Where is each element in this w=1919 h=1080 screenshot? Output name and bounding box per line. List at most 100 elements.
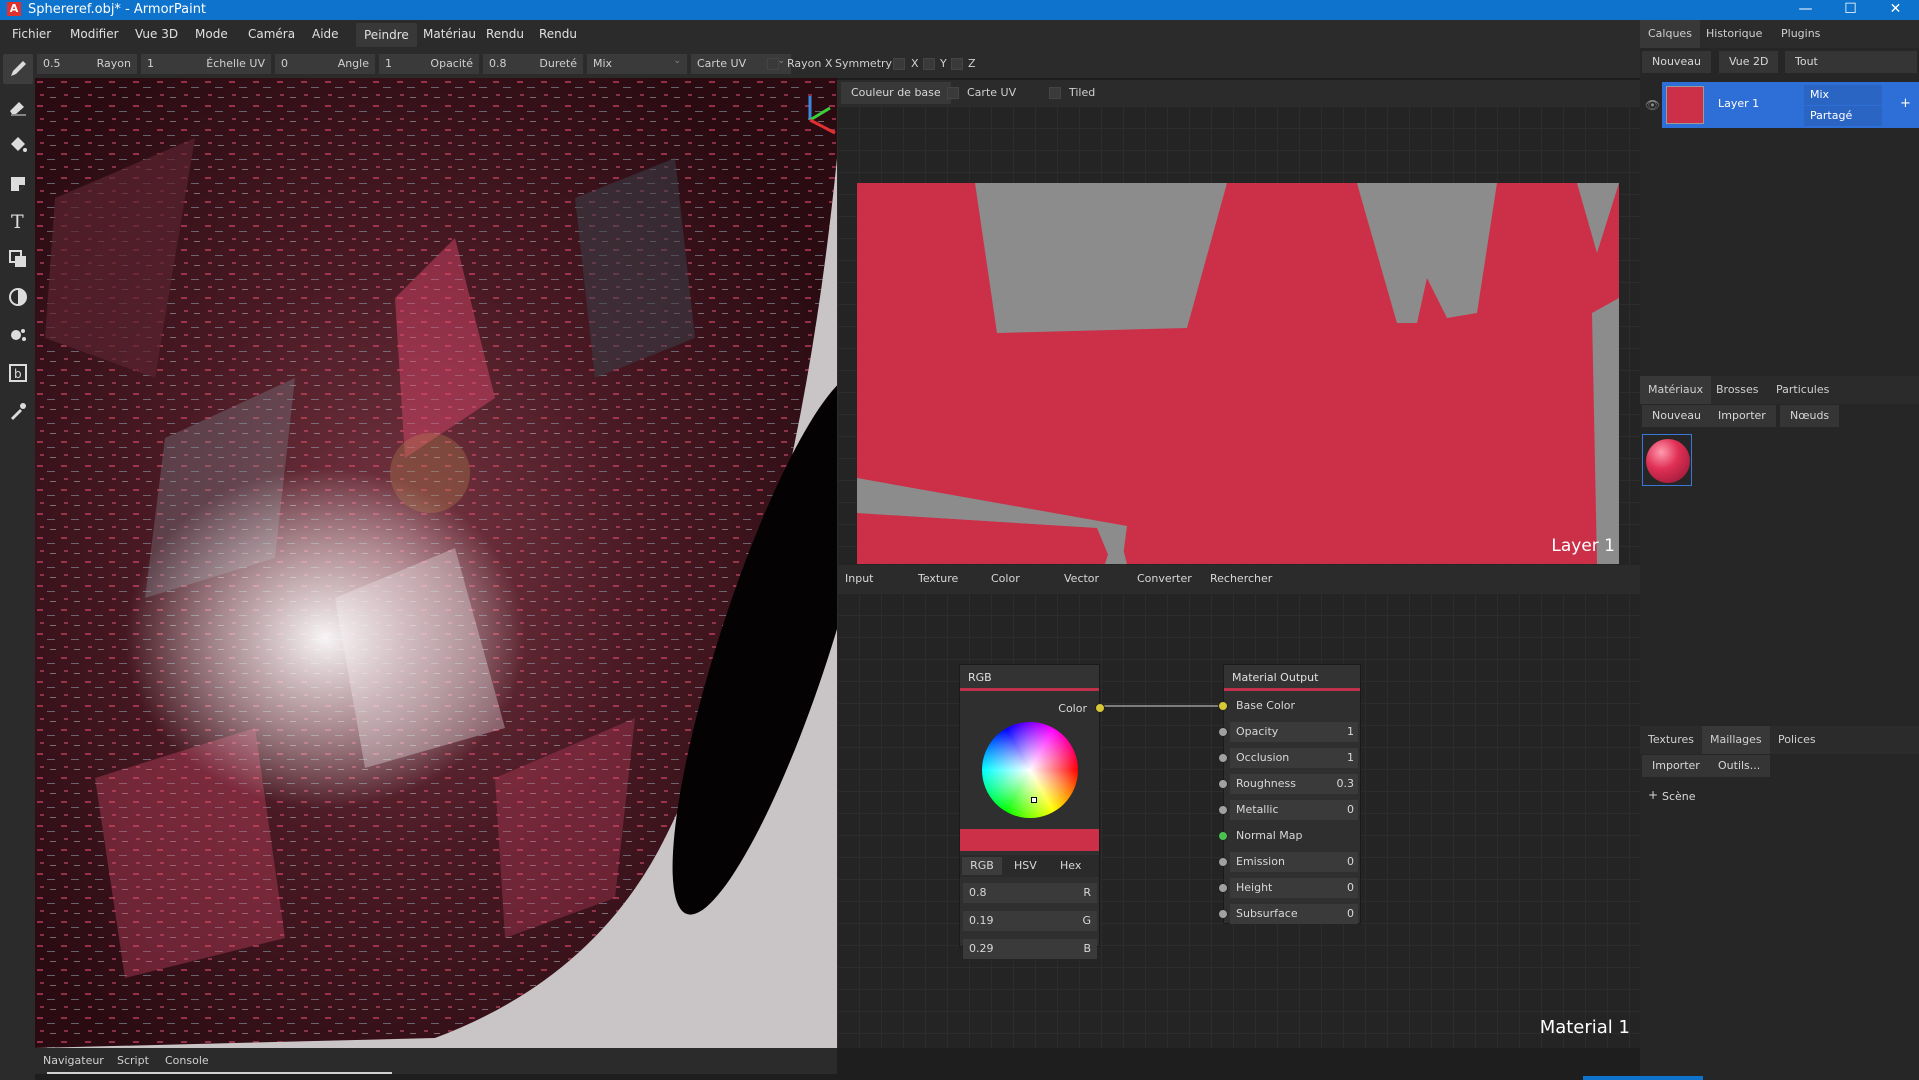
menu-vue3d[interactable]: Vue 3D <box>135 27 178 41</box>
node-menu-vector[interactable]: Vector <box>1064 572 1099 585</box>
color-tab-hex[interactable]: Hex <box>1060 859 1081 872</box>
output-input-row[interactable]: Emission 0 <box>1218 852 1360 872</box>
output-input-row[interactable]: Occlusion 1 <box>1218 748 1360 768</box>
output-input-row[interactable]: Normal Map <box>1218 826 1360 846</box>
layer-row[interactable]: Layer 1 Mix Partagé + <box>1662 82 1919 128</box>
viewport-3d[interactable] <box>35 78 837 1048</box>
uvmap-checkbox[interactable] <box>947 87 959 99</box>
menu-mode[interactable]: Mode <box>195 27 228 41</box>
view2d-mode-dropdown[interactable]: Couleur de base <box>841 82 951 104</box>
rayon-x-checkbox[interactable] <box>767 58 779 70</box>
tab-particules[interactable]: Particules <box>1768 376 1837 404</box>
channel-b-slider[interactable]: 0.29 B <box>963 939 1097 959</box>
input-socket[interactable] <box>1218 909 1228 919</box>
output-input-row[interactable]: Base Color <box>1218 696 1360 716</box>
brush-tool[interactable] <box>3 54 33 84</box>
input-socket[interactable] <box>1218 701 1228 711</box>
tab-script[interactable]: Script <box>117 1054 149 1067</box>
layer-mask-dropdown[interactable]: Partagé <box>1804 106 1882 126</box>
input-socket[interactable] <box>1218 857 1228 867</box>
uvscale-slider[interactable]: 1 Échelle UV <box>141 54 271 74</box>
node-menu-converter[interactable]: Converter <box>1137 572 1192 585</box>
picker-tool[interactable] <box>3 396 33 426</box>
material-output-node[interactable]: Material Output Base Color Opacity 1 Occlus… <box>1218 664 1361 924</box>
add-mask-icon[interactable]: + <box>1900 96 1911 111</box>
menu-fichier[interactable]: Fichier <box>12 27 51 41</box>
layer-blend-dropdown[interactable]: Mix <box>1804 85 1882 105</box>
material-slot[interactable] <box>1642 434 1692 486</box>
clone-tool[interactable] <box>3 244 33 274</box>
tab-plugins[interactable]: Plugins <box>1773 20 1828 48</box>
import-material-button[interactable]: Importer <box>1708 405 1776 427</box>
minimize-button[interactable]: — <box>1783 0 1828 20</box>
eye-icon[interactable]: 👁 <box>1645 98 1660 112</box>
color-wheel[interactable] <box>982 722 1078 818</box>
expand-icon[interactable]: + <box>1648 788 1658 802</box>
tab-navigateur[interactable]: Navigateur <box>43 1054 104 1067</box>
input-socket[interactable] <box>1218 805 1228 815</box>
output-input-row[interactable]: Opacity 1 <box>1218 722 1360 742</box>
input-socket[interactable] <box>1218 753 1228 763</box>
opacity-slider[interactable]: 1 Opacité <box>379 54 479 74</box>
blend-dropdown[interactable]: Mix ⌄ <box>587 54 687 74</box>
view2d-button[interactable]: Vue 2D <box>1719 51 1779 73</box>
output-input-row[interactable]: Height 0 <box>1218 878 1360 898</box>
tab-console[interactable]: Console <box>165 1054 209 1067</box>
decal-tool[interactable] <box>3 168 33 198</box>
node-menu-search[interactable]: Rechercher <box>1210 572 1272 585</box>
import-mesh-button[interactable]: Importer <box>1642 755 1710 777</box>
menu-camera[interactable]: Caméra <box>248 27 295 41</box>
angle-slider[interactable]: 0 Angle <box>275 54 375 74</box>
rgb-output-socket[interactable] <box>1095 703 1105 713</box>
color-tab-hsv[interactable]: HSV <box>1014 859 1037 872</box>
channel-r-slider[interactable]: 0.8 R <box>963 883 1097 903</box>
menu-aide[interactable]: Aide <box>312 27 339 41</box>
eraser-tool[interactable] <box>3 92 33 122</box>
tab-peindre[interactable]: Peindre <box>356 23 417 47</box>
menu-modifier[interactable]: Modifier <box>70 27 119 41</box>
symmetry-x-checkbox[interactable] <box>893 58 905 70</box>
new-layer-button[interactable]: Nouveau <box>1642 51 1711 73</box>
tab-polices[interactable]: Polices <box>1770 726 1824 754</box>
blur-tool[interactable] <box>3 282 33 312</box>
close-button[interactable]: ✕ <box>1873 0 1918 20</box>
symmetry-z-checkbox[interactable] <box>951 58 963 70</box>
fill-tool[interactable] <box>3 130 33 160</box>
input-socket[interactable] <box>1218 727 1228 737</box>
node-menu-color[interactable]: Color <box>991 572 1020 585</box>
tiled-checkbox[interactable] <box>1049 87 1061 99</box>
input-socket[interactable] <box>1218 883 1228 893</box>
output-input-row[interactable]: Metallic 0 <box>1218 800 1360 820</box>
output-input-row[interactable]: Roughness 0.3 <box>1218 774 1360 794</box>
new-material-button[interactable]: Nouveau <box>1642 405 1711 427</box>
bake-tool[interactable]: b <box>3 358 33 388</box>
node-menu-texture[interactable]: Texture <box>918 572 958 585</box>
tab-historique[interactable]: Historique <box>1698 20 1770 48</box>
tab-rendu-2[interactable]: Rendu <box>539 27 577 41</box>
node-editor[interactable]: RGB Color RGB HSV Hex 0.8 R 0.19 G 0.29 … <box>837 593 1640 1048</box>
text-tool[interactable]: T <box>3 206 33 236</box>
input-socket[interactable] <box>1218 779 1228 789</box>
tab-materiaux[interactable]: Matériaux <box>1640 376 1712 404</box>
color-wheel-cursor[interactable] <box>1031 797 1037 803</box>
scrollbar[interactable] <box>47 1072 392 1074</box>
nodes-button[interactable]: Nœuds <box>1780 405 1840 427</box>
particle-tool[interactable] <box>3 320 33 350</box>
tab-textures[interactable]: Textures <box>1640 726 1702 754</box>
tab-maillages[interactable]: Maillages <box>1702 726 1770 754</box>
color-tab-rgb[interactable]: RGB <box>962 857 1002 875</box>
channel-g-slider[interactable]: 0.19 G <box>963 911 1097 931</box>
output-input-row[interactable]: Subsurface 0 <box>1218 904 1360 924</box>
tab-rendu[interactable]: Rendu <box>486 27 524 41</box>
maximize-button[interactable]: ☐ <box>1828 0 1873 20</box>
hardness-slider[interactable]: 0.8 Dureté <box>483 54 583 74</box>
input-socket[interactable] <box>1218 831 1228 841</box>
scene-tree-item[interactable]: Scène <box>1662 790 1696 803</box>
tools-button[interactable]: Outils... <box>1708 755 1771 777</box>
rgb-node[interactable]: RGB Color RGB HSV Hex 0.8 R 0.19 G 0.29 … <box>959 664 1105 959</box>
tab-materiau[interactable]: Matériau <box>423 27 476 41</box>
tab-brosses[interactable]: Brosses <box>1708 376 1767 404</box>
tab-calques[interactable]: Calques <box>1640 20 1700 48</box>
layer-filter-dropdown[interactable]: Tout <box>1785 51 1917 73</box>
radius-slider[interactable]: 0.5 Rayon <box>37 54 137 74</box>
